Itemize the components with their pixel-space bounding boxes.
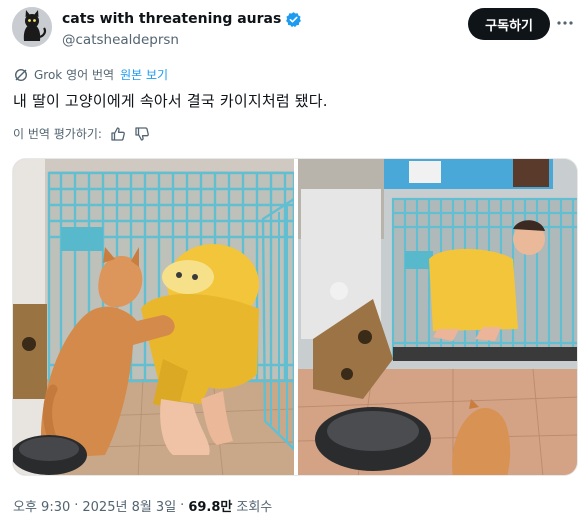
- grok-logo-icon: [14, 68, 28, 81]
- tweet-date[interactable]: 2025년 8월 3일: [82, 496, 176, 515]
- author-display-name[interactable]: cats with threatening auras: [62, 11, 281, 27]
- tweet-meta: 오후 9:30 · 2025년 8월 3일 · 69.8만 조회수: [13, 496, 272, 515]
- meta-separator: ·: [74, 498, 79, 513]
- grok-translation-label: Grok 영어 번역: [34, 68, 115, 82]
- views-label: 조회수: [236, 500, 273, 515]
- photo-left[interactable]: [13, 159, 296, 476]
- tweet-time[interactable]: 오후 9:30: [13, 496, 70, 515]
- avatar[interactable]: [12, 7, 52, 47]
- tweet-media[interactable]: [12, 158, 578, 476]
- cat-avatar-icon: [12, 7, 52, 47]
- follow-button[interactable]: 구독하기: [468, 8, 550, 40]
- tweet-header: cats with threatening auras @catshealdep…: [12, 7, 574, 49]
- show-original-link[interactable]: 원본 보기: [120, 66, 168, 83]
- more-options-icon[interactable]: [556, 14, 574, 32]
- thumbs-down-icon[interactable]: [134, 126, 150, 142]
- rate-translation-label: 이 번역 평가하기:: [13, 127, 102, 141]
- verified-badge-icon: [286, 11, 302, 27]
- author-block: cats with threatening auras @catshealdep…: [62, 9, 302, 48]
- grok-translation-row: Grok 영어 번역 원본 보기: [14, 66, 168, 83]
- media-photos: [13, 159, 578, 476]
- meta-separator: ·: [180, 498, 185, 513]
- photo-right[interactable]: [297, 159, 578, 476]
- views-count: 69.8만: [188, 500, 233, 515]
- tweet-text: 내 딸이 고양이에게 속아서 결국 카이지처럼 됐다.: [13, 92, 328, 110]
- author-handle[interactable]: @catshealdeprsn: [62, 32, 302, 48]
- thumbs-up-icon[interactable]: [110, 126, 126, 142]
- rate-translation-row: 이 번역 평가하기:: [13, 125, 150, 142]
